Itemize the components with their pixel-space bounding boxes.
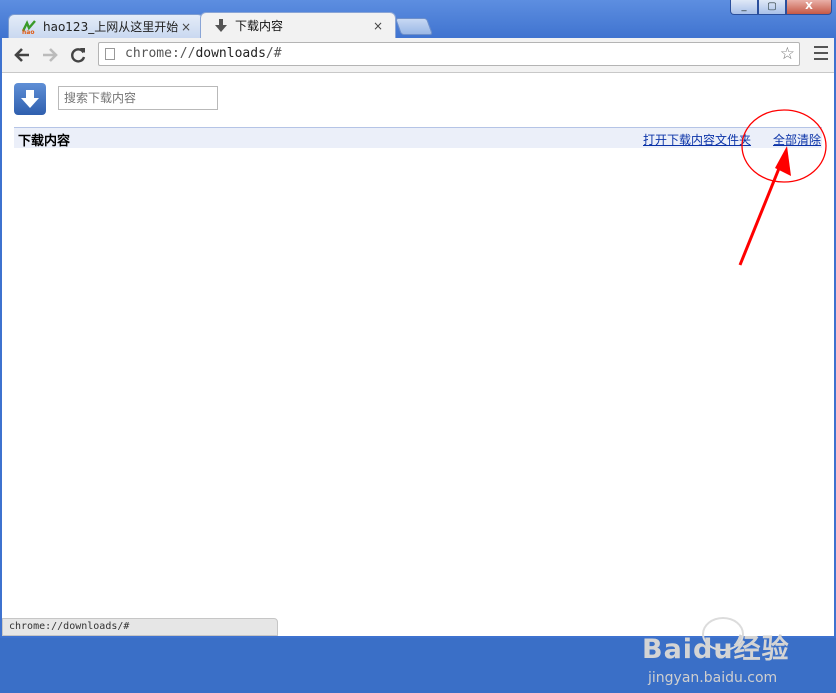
open-downloads-folder-link[interactable]: 打开下载内容文件夹 bbox=[643, 131, 751, 148]
download-arrow-icon bbox=[213, 18, 229, 34]
watermark-brand: Baidu经验 bbox=[642, 634, 790, 665]
bookmark-star-icon[interactable]: ☆ bbox=[780, 44, 795, 64]
page-icon bbox=[105, 48, 115, 60]
svg-text:hao: hao bbox=[22, 29, 34, 35]
back-button[interactable] bbox=[12, 46, 32, 64]
reload-button[interactable] bbox=[68, 46, 88, 64]
downloads-logo-icon bbox=[14, 83, 46, 115]
browser-toolbar: chrome://downloads/# ☆ bbox=[2, 38, 834, 73]
close-tab-icon[interactable]: × bbox=[371, 19, 385, 33]
new-tab-button[interactable] bbox=[394, 18, 434, 35]
tab-hao123[interactable]: hao hao123_上网从这里开始 × bbox=[8, 14, 204, 38]
downloads-header: 下载内容 打开下载内容文件夹 全部清除 bbox=[14, 127, 822, 149]
address-bar[interactable]: chrome://downloads/# ☆ bbox=[98, 42, 800, 66]
tab-label: hao123_上网从这里开始 bbox=[43, 20, 179, 34]
address-url: chrome://downloads/# bbox=[125, 46, 282, 61]
status-bubble: chrome://downloads/# bbox=[2, 618, 278, 636]
tab-downloads[interactable]: 下载内容 × bbox=[200, 12, 396, 38]
baidu-watermark: Baidu经验 jingyan.baidu.com bbox=[638, 613, 808, 693]
back-arrow-icon bbox=[14, 48, 29, 62]
page-title: 下载内容 bbox=[18, 134, 71, 149]
forward-button[interactable] bbox=[40, 46, 60, 64]
clear-all-link[interactable]: 全部清除 bbox=[773, 131, 821, 148]
tab-label: 下载内容 bbox=[235, 19, 284, 33]
hao-logo-icon: hao bbox=[21, 19, 37, 35]
browser-window: _ ▢ X hao hao123_上网从这里开始 × 下载内容 × chrome… bbox=[0, 0, 836, 686]
close-tab-icon[interactable]: × bbox=[179, 20, 193, 34]
tab-strip: hao hao123_上网从这里开始 × 下载内容 × bbox=[0, 12, 836, 38]
forward-arrow-icon bbox=[43, 48, 58, 62]
menu-icon[interactable] bbox=[814, 46, 828, 60]
reload-icon bbox=[71, 48, 86, 63]
search-downloads-input[interactable] bbox=[58, 86, 218, 110]
watermark-domain: jingyan.baidu.com bbox=[648, 670, 778, 686]
downloads-page: 下载内容 打开下载内容文件夹 全部清除 Baidu经验 jingyan.baid… bbox=[2, 73, 834, 686]
